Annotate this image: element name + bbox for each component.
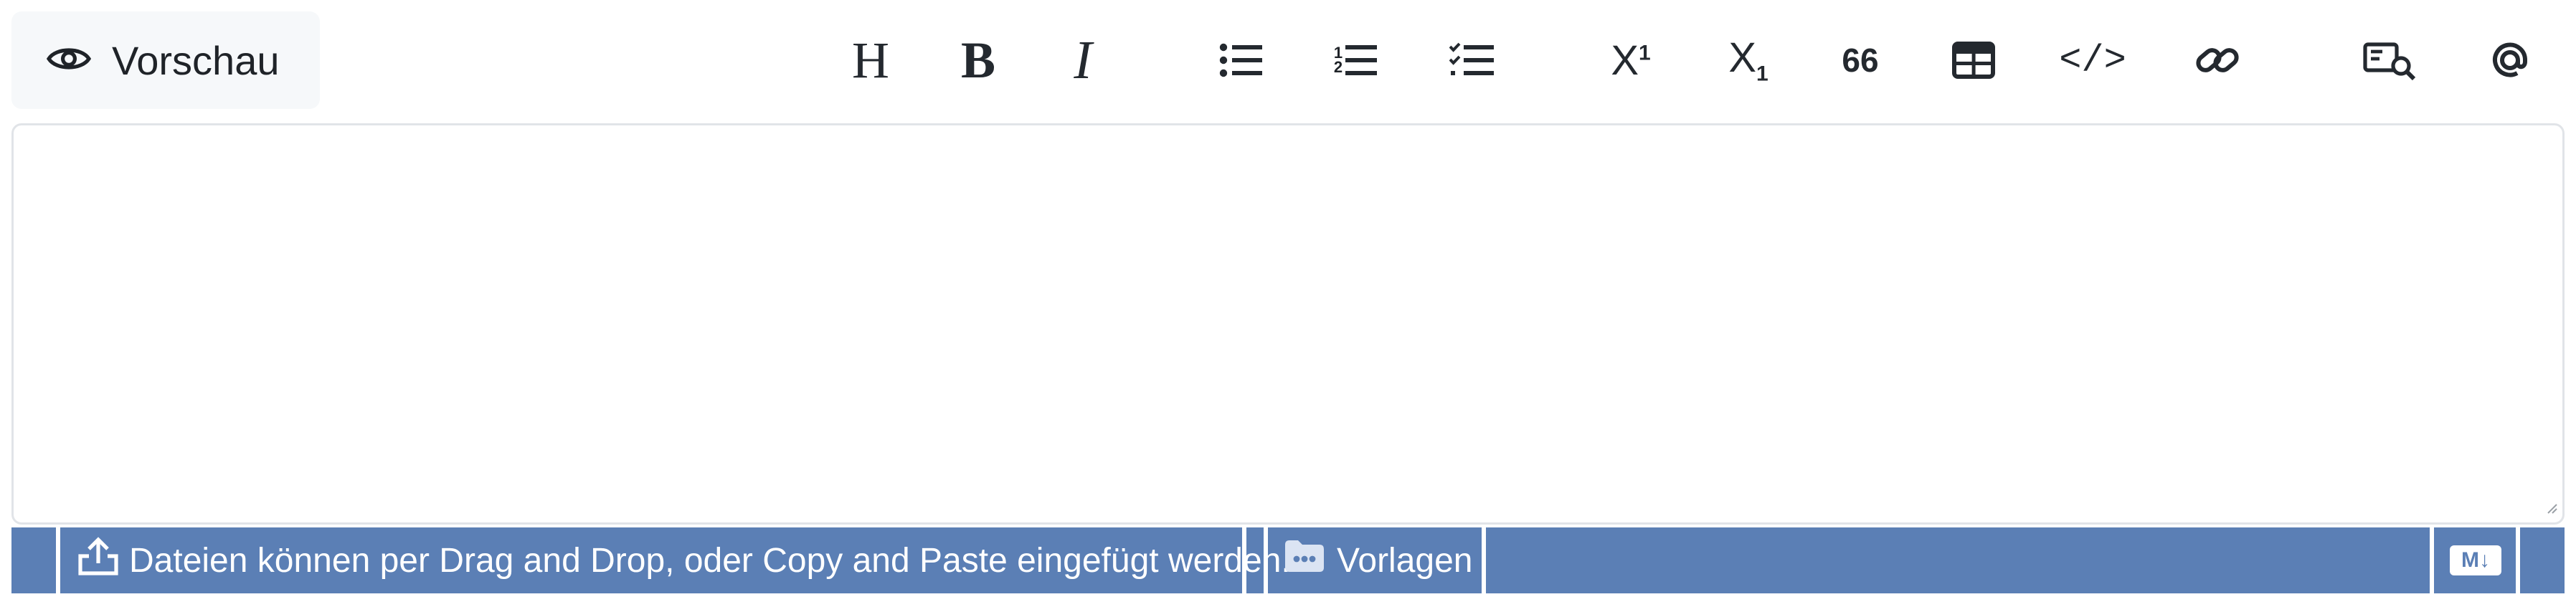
ordered-list-button[interactable]: 1 2 [1325, 30, 1386, 90]
unordered-list-icon [1219, 42, 1262, 78]
superscript-button[interactable]: X1 [1601, 30, 1661, 90]
at-sign-icon [2489, 39, 2532, 82]
superscript-icon: X1 [1611, 37, 1651, 84]
ordered-list-icon: 1 2 [1333, 42, 1378, 78]
templates-button[interactable]: Vorlagen [1284, 527, 1473, 593]
markdown-icon: M↓ [2450, 545, 2501, 575]
bold-icon: B [960, 31, 996, 89]
statusbar-divider [1264, 527, 1268, 593]
heading-icon: H [852, 31, 889, 89]
link-icon [2193, 39, 2242, 82]
code-button[interactable]: </> [2059, 30, 2126, 90]
code-icon: </> [2059, 39, 2126, 82]
heading-button[interactable]: H [840, 30, 901, 90]
bold-button[interactable]: B [948, 30, 1008, 90]
mention-button[interactable] [2480, 30, 2540, 90]
table-icon [1952, 42, 1995, 79]
unordered-list-button[interactable] [1211, 30, 1271, 90]
saved-replies-icon [2362, 40, 2417, 80]
templates-label: Vorlagen [1337, 541, 1473, 580]
file-upload-area[interactable]: Dateien können per Drag and Drop, oder C… [77, 527, 1291, 593]
statusbar-divider [2430, 527, 2434, 593]
table-button[interactable] [1943, 30, 2004, 90]
subscript-icon: X1 [1728, 34, 1768, 86]
subscript-button[interactable]: X1 [1718, 30, 1779, 90]
statusbar-divider [1242, 527, 1246, 593]
preview-tab[interactable]: Vorschau [11, 11, 320, 109]
eye-icon [46, 43, 92, 78]
task-list-button[interactable] [1441, 30, 1502, 90]
link-button[interactable] [2187, 30, 2248, 90]
folder-icon [1284, 539, 1325, 582]
editor-statusbar: Dateien können per Drag and Drop, oder C… [11, 527, 2565, 593]
italic-icon: I [1074, 29, 1092, 90]
italic-button[interactable]: I [1053, 30, 1113, 90]
upload-hint-text: Dateien können per Drag and Drop, oder C… [129, 541, 1291, 580]
quote-icon: 66 [1842, 42, 1879, 79]
task-list-icon [1449, 42, 1494, 78]
comment-editor[interactable] [11, 123, 2565, 525]
quote-button[interactable]: 66 [1830, 30, 1890, 90]
upload-icon [77, 536, 119, 585]
statusbar-divider [2516, 527, 2520, 593]
statusbar-divider [1482, 527, 1486, 593]
statusbar-divider [56, 527, 60, 593]
saved-replies-button[interactable] [2359, 30, 2420, 90]
ordered-list-number-2: 2 [1333, 58, 1343, 76]
resize-grip-icon[interactable] [2544, 500, 2558, 518]
markdown-help-button[interactable]: M↓ [2450, 527, 2501, 593]
preview-tab-label: Vorschau [112, 37, 280, 83]
comment-textarea[interactable] [14, 125, 2562, 522]
